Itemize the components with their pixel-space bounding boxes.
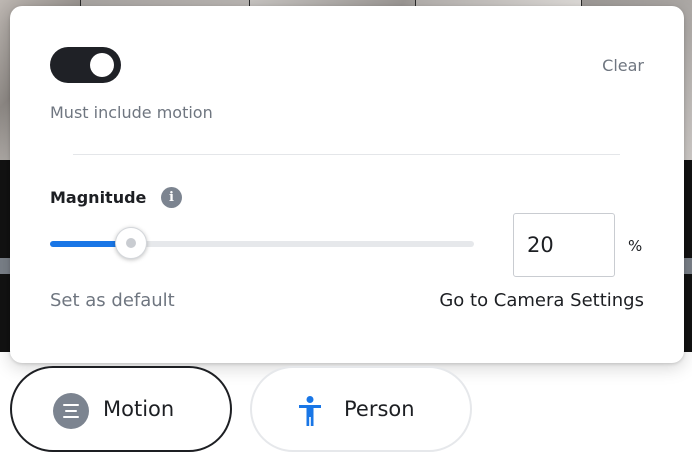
slider-thumb[interactable] <box>115 227 147 259</box>
divider <box>73 154 620 155</box>
motion-filter-chip[interactable]: Motion <box>10 366 232 452</box>
include-motion-toggle[interactable] <box>50 47 121 83</box>
info-icon[interactable]: i <box>161 187 182 208</box>
person-chip-label: Person <box>344 397 415 421</box>
clear-button[interactable]: Clear <box>602 56 644 75</box>
motion-lines-icon <box>53 393 89 429</box>
set-as-default-link[interactable]: Set as default <box>50 290 175 311</box>
motion-chip-label: Motion <box>103 397 175 421</box>
magnitude-input[interactable] <box>513 213 615 277</box>
magnitude-label: Magnitude <box>50 188 147 207</box>
person-filter-chip[interactable]: Person <box>250 366 472 452</box>
slider-thumb-dot <box>126 238 136 248</box>
motion-filter-panel: Clear Must include motion Magnitude i % … <box>10 6 684 363</box>
percent-sign: % <box>628 237 643 255</box>
magnitude-slider[interactable] <box>50 227 474 259</box>
camera-settings-link[interactable]: Go to Camera Settings <box>439 290 644 311</box>
toggle-knob <box>90 53 114 77</box>
person-icon <box>299 396 321 426</box>
include-motion-label: Must include motion <box>50 103 213 122</box>
